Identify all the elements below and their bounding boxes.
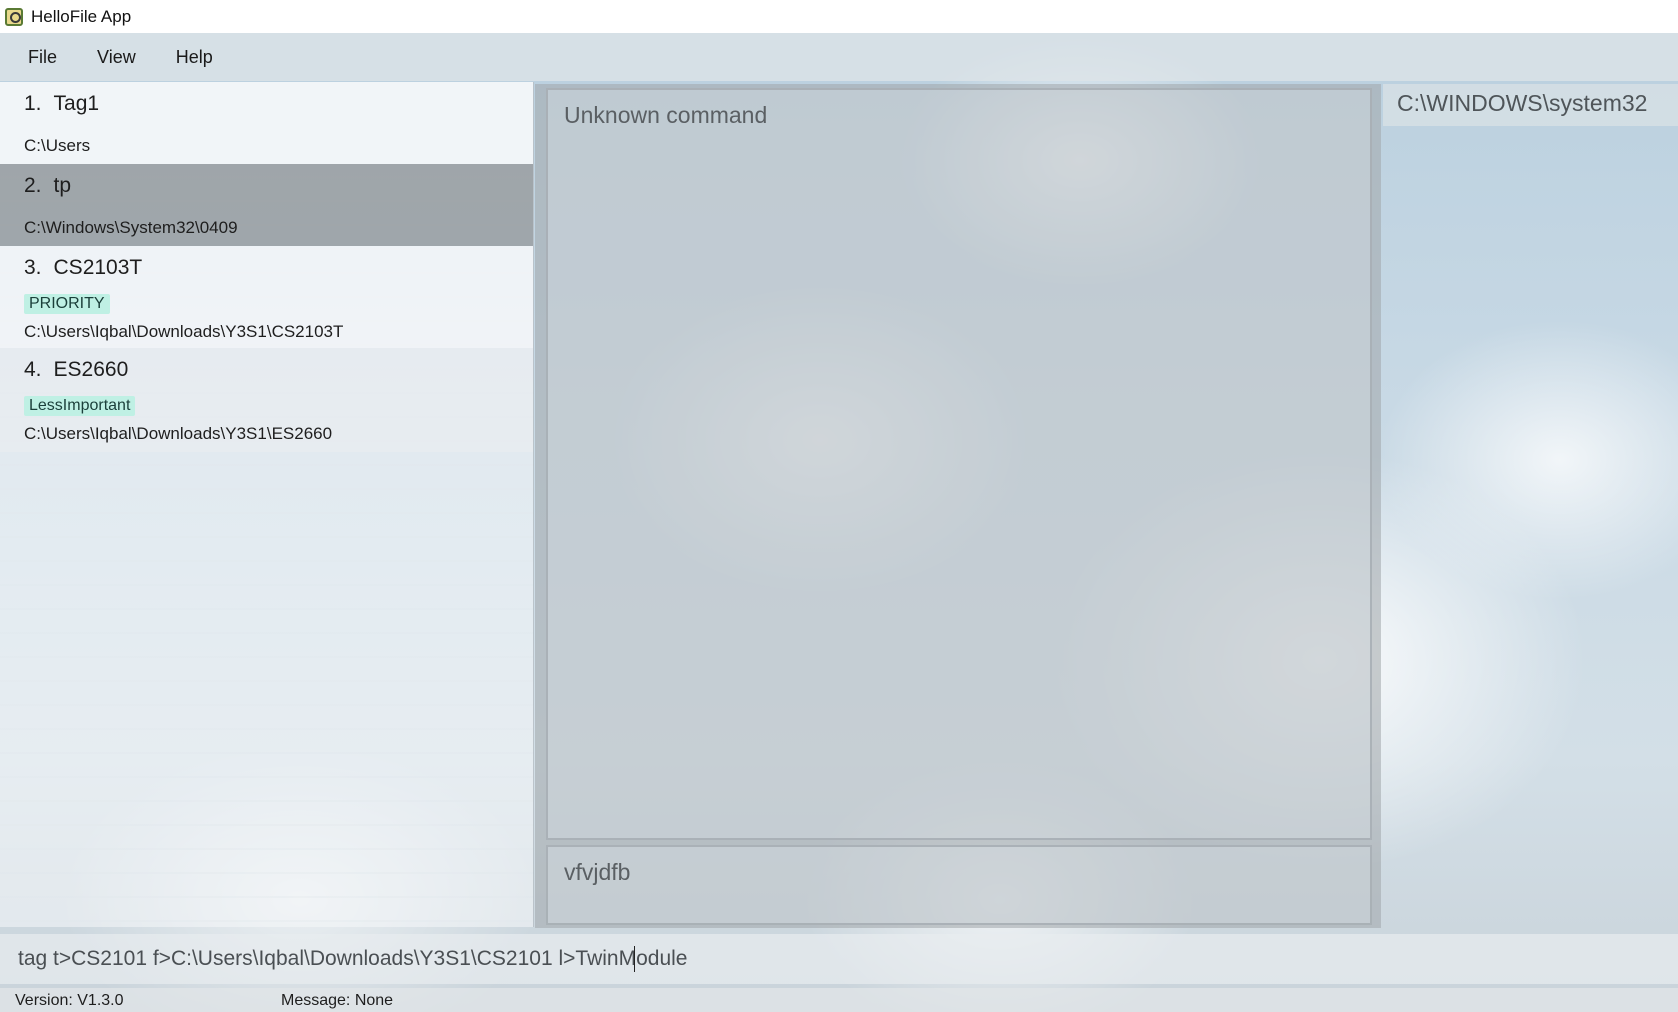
- list-item-index: 4.: [24, 358, 42, 381]
- list-item-title: 1. Tag1: [24, 92, 99, 116]
- menu-view[interactable]: View: [77, 47, 156, 68]
- list-item-path: C:\Users\Iqbal\Downloads\Y3S1\CS2103T: [24, 322, 344, 341]
- list-item-name: tp: [53, 174, 72, 197]
- list-item-title: 3. CS2103T: [24, 256, 142, 280]
- list-item-path: C:\Users: [24, 136, 91, 155]
- menu-help[interactable]: Help: [156, 47, 233, 68]
- feedback-display[interactable]: vfvjdfb: [546, 845, 1372, 925]
- list-item[interactable]: 3. CS2103T PRIORITY C:\Users\Iqbal\Downlo…: [0, 246, 533, 348]
- status-bar: Version: V1.3.0 Message: None: [0, 988, 1678, 1012]
- bookmark-list[interactable]: 1. Tag1 C:\Users 2. tp C:\Windows\System32…: [0, 82, 534, 927]
- tag-badge: PRIORITY: [24, 294, 110, 314]
- list-item-index: 3.: [24, 256, 42, 279]
- current-directory: C:\WINDOWS\system32: [1397, 90, 1648, 116]
- message-label: Message: None: [281, 992, 394, 1009]
- result-display[interactable]: Unknown command: [546, 88, 1372, 840]
- list-item-index: 1.: [24, 92, 42, 115]
- list-item-path: C:\Windows\System32\0409: [24, 218, 238, 237]
- menu-bar: File View Help: [0, 33, 1678, 81]
- list-item-path: C:\Users\Iqbal\Downloads\Y3S1\ES2660: [24, 424, 333, 443]
- list-item-title: 4. ES2660: [24, 358, 128, 382]
- current-directory-panel: C:\WINDOWS\system32: [1383, 84, 1678, 126]
- list-item-selected[interactable]: 2. tp C:\Windows\System32\0409: [0, 164, 533, 246]
- menu-file[interactable]: File: [8, 47, 77, 68]
- command-bar: [0, 934, 1678, 984]
- title-bar: HelloFile App: [0, 0, 1678, 33]
- app-icon: [5, 7, 23, 26]
- list-item-title: 2. tp: [24, 174, 71, 198]
- list-item-name: Tag1: [53, 92, 100, 115]
- result-text: Unknown command: [564, 102, 768, 128]
- list-item[interactable]: 1. Tag1 C:\Users: [0, 82, 533, 164]
- command-input[interactable]: [6, 934, 1666, 984]
- list-item[interactable]: 4. ES2660 LessImportant C:\Users\Iqbal\Do…: [0, 348, 533, 452]
- feedback-text: vfvjdfb: [564, 859, 631, 885]
- text-caret: [634, 946, 635, 972]
- tag-badge: LessImportant: [24, 396, 136, 416]
- list-item-name: ES2660: [53, 358, 129, 381]
- version-label: Version: V1.3.0: [15, 992, 124, 1009]
- window-title: HelloFile App: [31, 6, 132, 26]
- list-item-name: CS2103T: [53, 256, 143, 279]
- list-item-index: 2.: [24, 174, 42, 197]
